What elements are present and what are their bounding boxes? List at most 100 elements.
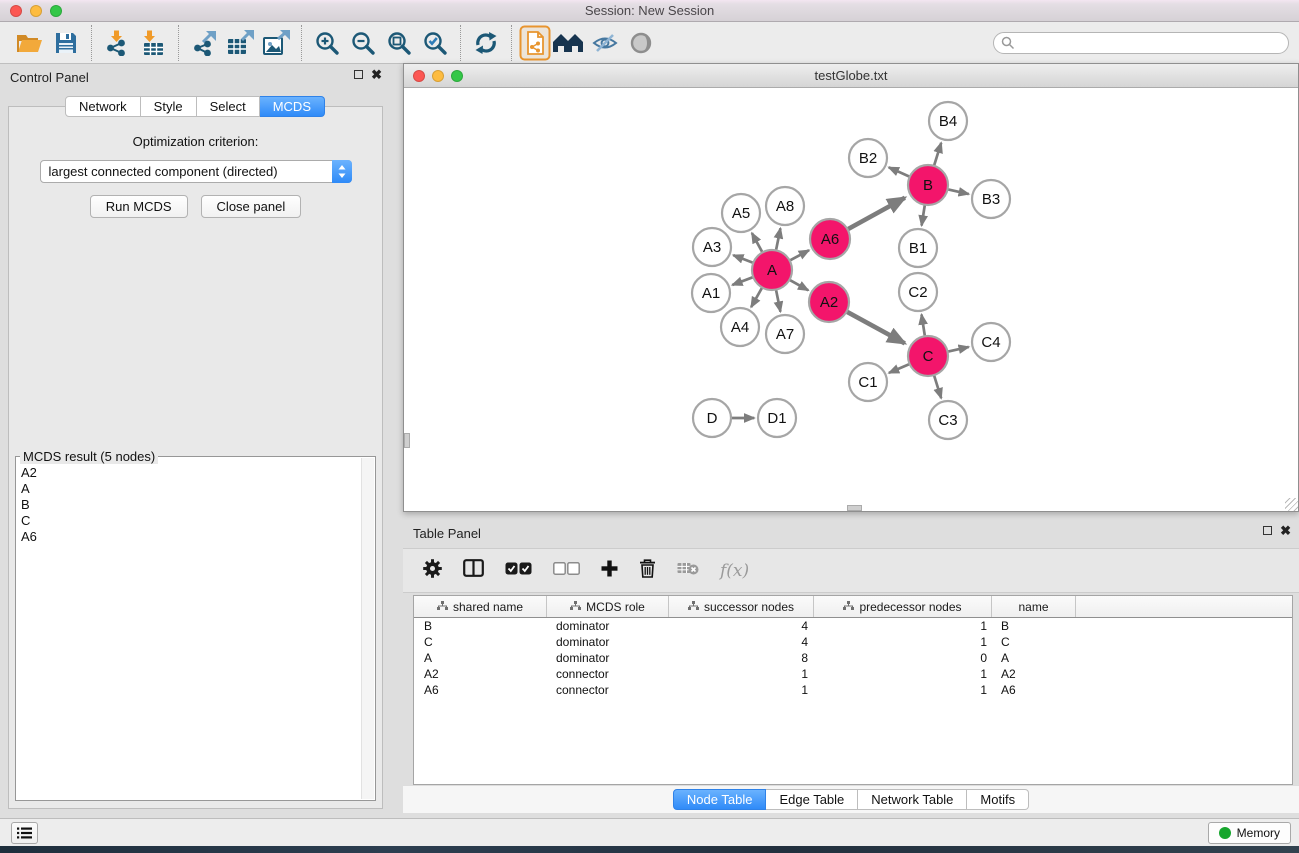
memory-button[interactable]: Memory (1208, 822, 1291, 844)
window-resize-grip[interactable] (1285, 498, 1298, 511)
graph-edge-B-B4[interactable] (934, 143, 941, 166)
cell-MCDS-role[interactable]: dominator (547, 651, 669, 665)
cell-predecessor-nodes[interactable]: 1 (814, 667, 992, 681)
tab-select[interactable]: Select (197, 96, 260, 117)
cell-successor-nodes[interactable]: 4 (669, 619, 814, 633)
cell-predecessor-nodes[interactable]: 1 (814, 635, 992, 649)
delete-column-trash-icon[interactable] (639, 559, 656, 583)
cell-predecessor-nodes[interactable]: 0 (814, 651, 992, 665)
column-header-MCDS-role[interactable]: MCDS role (547, 596, 669, 617)
cell-successor-nodes[interactable]: 1 (669, 683, 814, 697)
open-session-icon[interactable] (12, 25, 48, 61)
show-column-panel-icon[interactable] (463, 559, 484, 582)
cell-MCDS-role[interactable]: dominator (547, 619, 669, 633)
cell-shared-name[interactable]: A2 (414, 667, 547, 681)
graph-edge-A6-B[interactable] (848, 198, 905, 230)
search-box[interactable] (993, 32, 1289, 54)
close-panel-icon[interactable]: ✖ (371, 69, 382, 80)
zoom-window-button[interactable] (50, 5, 62, 17)
export-network-icon[interactable] (186, 25, 222, 61)
graph-edge-C-C3[interactable] (934, 375, 941, 398)
graph-edge-C-C1[interactable] (889, 364, 910, 373)
result-item[interactable]: A (19, 481, 360, 497)
cell-name[interactable]: A6 (992, 683, 1076, 697)
close-table-panel-icon[interactable]: ✖ (1280, 525, 1291, 536)
cell-shared-name[interactable]: A6 (414, 683, 547, 697)
import-network-icon[interactable] (99, 25, 135, 61)
mcds-result-list[interactable]: A2ABCA6 (19, 465, 360, 798)
result-item[interactable]: A6 (19, 529, 360, 545)
result-item[interactable]: C (19, 513, 360, 529)
cell-shared-name[interactable]: A (414, 651, 547, 665)
network-zoom-button[interactable] (451, 70, 463, 82)
function-builder-icon[interactable]: f(x) (720, 561, 749, 581)
cell-shared-name[interactable]: C (414, 635, 547, 649)
graph-edge-A-A5[interactable] (752, 233, 763, 252)
apply-layout-icon[interactable] (468, 25, 504, 61)
float-table-panel-icon[interactable] (1263, 526, 1272, 535)
canvas-bottom-handle[interactable] (847, 505, 862, 511)
task-history-button[interactable] (11, 822, 38, 844)
network-window-titlebar[interactable]: testGlobe.txt (404, 64, 1298, 88)
tab-style[interactable]: Style (141, 96, 197, 117)
table-settings-gear-icon[interactable] (423, 559, 442, 583)
cell-successor-nodes[interactable]: 1 (669, 667, 814, 681)
tab-network[interactable]: Network (65, 96, 141, 117)
cell-name[interactable]: A (992, 651, 1076, 665)
zoom-fit-icon[interactable] (381, 25, 417, 61)
graph-edge-A-A3[interactable] (733, 255, 753, 263)
cell-MCDS-role[interactable]: connector (547, 667, 669, 681)
graph-edge-A-A8[interactable] (776, 228, 780, 250)
graph-edge-A-A2[interactable] (789, 280, 808, 291)
table-tab-edge-table[interactable]: Edge Table (766, 789, 858, 810)
table-row[interactable]: A2connector11A2 (414, 666, 1292, 682)
table-row[interactable]: Adominator80A (414, 650, 1292, 666)
result-item[interactable]: B (19, 497, 360, 513)
criterion-dropdown[interactable]: largest connected component (directed) (40, 160, 352, 183)
cell-name[interactable]: C (992, 635, 1076, 649)
graph-edge-C-C4[interactable] (948, 347, 969, 352)
zoom-selected-icon[interactable] (417, 25, 453, 61)
network-share-mode-icon[interactable] (519, 25, 551, 61)
network-minimize-button[interactable] (432, 70, 444, 82)
save-session-icon[interactable] (48, 25, 84, 61)
tab-mcds[interactable]: MCDS (260, 96, 325, 117)
result-list-scrollbar[interactable] (361, 458, 374, 799)
table-row[interactable]: Cdominator41C (414, 634, 1292, 650)
export-table-icon[interactable] (222, 25, 258, 61)
network-close-button[interactable] (413, 70, 425, 82)
column-header-shared-name[interactable]: shared name (414, 596, 547, 617)
zoom-out-icon[interactable] (345, 25, 381, 61)
select-all-rows-icon[interactable] (505, 562, 532, 580)
hide-selected-icon[interactable] (587, 25, 623, 61)
first-neighbors-icon[interactable] (551, 25, 587, 61)
show-all-icon[interactable] (623, 25, 659, 61)
table-row[interactable]: Bdominator41B (414, 618, 1292, 634)
export-image-icon[interactable] (258, 25, 294, 61)
cell-name[interactable]: B (992, 619, 1076, 633)
deselect-all-rows-icon[interactable] (553, 562, 580, 580)
run-mcds-button[interactable]: Run MCDS (90, 195, 188, 218)
cell-predecessor-nodes[interactable]: 1 (814, 683, 992, 697)
graph-edge-A-A1[interactable] (732, 277, 753, 285)
graph-edge-B-B2[interactable] (889, 167, 910, 176)
table-tab-node-table[interactable]: Node Table (673, 789, 767, 810)
cell-MCDS-role[interactable]: dominator (547, 635, 669, 649)
zoom-in-icon[interactable] (309, 25, 345, 61)
create-column-plus-icon[interactable] (601, 560, 618, 582)
float-panel-icon[interactable] (354, 70, 363, 79)
table-tab-network-table[interactable]: Network Table (858, 789, 967, 810)
cell-name[interactable]: A2 (992, 667, 1076, 681)
cell-successor-nodes[interactable]: 4 (669, 635, 814, 649)
table-row[interactable]: A6connector11A6 (414, 682, 1292, 698)
result-item[interactable]: A2 (19, 465, 360, 481)
graph-edge-A2-C[interactable] (847, 312, 905, 344)
canvas-left-handle[interactable] (404, 433, 410, 448)
column-header-successor-nodes[interactable]: successor nodes (669, 596, 814, 617)
graph-edge-A-A4[interactable] (751, 287, 762, 307)
column-header-name[interactable]: name (992, 596, 1076, 617)
table-tab-motifs[interactable]: Motifs (967, 789, 1029, 810)
graph-edge-A-A7[interactable] (776, 290, 780, 312)
close-panel-button[interactable]: Close panel (201, 195, 302, 218)
cell-MCDS-role[interactable]: connector (547, 683, 669, 697)
